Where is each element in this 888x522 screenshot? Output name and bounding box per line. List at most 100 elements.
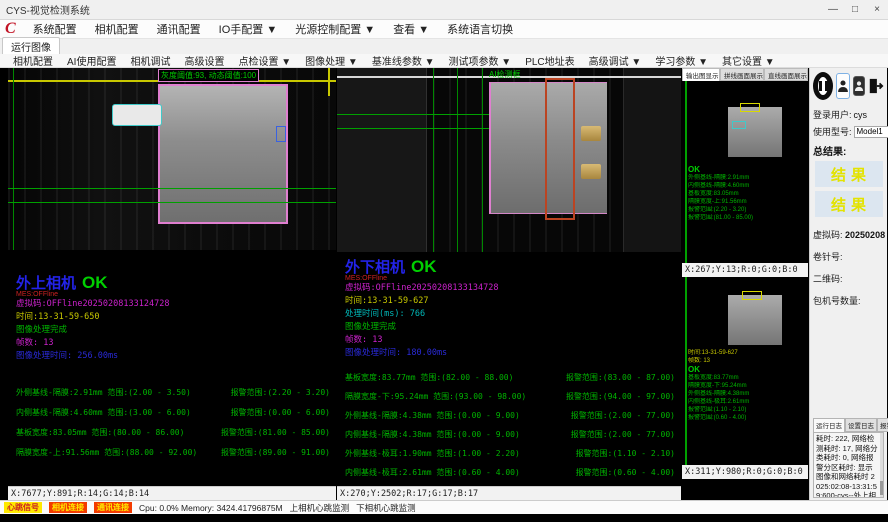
mini-result-text: 时间:13-31-59-627 帧数: 13 OK 基板宽度:83.77mm 隔… [688, 349, 806, 422]
menu-view[interactable]: 查看 ▼ [384, 21, 438, 37]
tab-run-image[interactable]: 运行图像 [2, 37, 60, 54]
log-scrollbar-thumb[interactable] [880, 481, 883, 495]
tab-line-view[interactable]: 直线画面展示 [764, 68, 808, 81]
tool-baseline-params[interactable]: 基准线参数 ▼ [365, 53, 442, 68]
measurement-value: 外侧基线-极耳:1.90mm 范围:(1.00 - 2.20) [345, 448, 520, 467]
mini-warn-line: 时间:13-31-59-627 [688, 349, 806, 357]
cpu-memory-status: Cpu: 0.0% Memory: 3424.41796875M [139, 503, 283, 513]
camera-title: 外下相机 [345, 256, 405, 277]
mini-line: 外侧基线-隔膜:2.91mm [688, 174, 806, 182]
qr-code-label: 二维码: [813, 272, 884, 285]
menu-io-config[interactable]: IO手配置 ▼ [210, 21, 287, 37]
menu-system-config[interactable]: 系统配置 [24, 21, 86, 37]
minimize-button[interactable]: — [822, 4, 844, 15]
alarm-range: 报警范围:(83.00 - 87.00) [566, 372, 675, 391]
menu-bar: C 系统配置 相机配置 通讯配置 IO手配置 ▼ 光源控制配置 ▼ 查看 ▼ 系… [0, 20, 888, 39]
maximize-button[interactable]: □ [844, 4, 866, 15]
lower-camera-image[interactable]: AI检测框 [337, 68, 681, 252]
measurement-value: 内侧基线-隔膜:4.60mm 范围:(3.00 - 6.00) [16, 407, 191, 427]
process-done: 图像处理完成 [345, 321, 681, 334]
tab-error-log[interactable]: 报错日志 [877, 418, 888, 432]
mini-line: 基板宽度:83.05mm [688, 190, 806, 198]
measurement-row: 内侧基线-隔膜:4.60mm 范围:(3.00 - 6.00) 报警范围:(0.… [16, 407, 330, 427]
tab-output-image[interactable]: 输出图显示 [682, 68, 720, 81]
measurement-value: 基板宽度:83.05mm 范围:(80.00 - 86.00) [16, 427, 184, 447]
tool-image-processing[interactable]: 图像处理 ▼ [298, 53, 365, 68]
tab-settings-log[interactable]: 设置日志 [845, 418, 877, 432]
tool-test-params[interactable]: 测试项参数 ▼ [442, 53, 519, 68]
measurement-row: 隔膜宽度-下:95.24mm 范围:(93.00 - 98.00) 报警范围:(… [345, 391, 675, 410]
user-switch-button[interactable] [853, 76, 865, 96]
measurement-row: 基板宽度:83.05mm 范围:(80.00 - 86.00) 报警范围:(81… [16, 427, 330, 447]
upper-camera-info: 外上相机 OK MES:OFFline 虚拟码:OFFline202502081… [8, 250, 336, 486]
mini-view-top[interactable]: OK 外侧基线-隔膜:2.91mm 内侧基线-隔膜:4.60mm 基板宽度:83… [682, 81, 808, 263]
tool-camera-config[interactable]: 相机配置 [6, 53, 60, 68]
control-sidebar: 登录用户: cys 使用型号: 总结果: 结果 结果 虚拟码: 20250208… [809, 68, 887, 500]
mini-view-column: 输出图显示 拼线画面展示 直线画面展示 OK 外侧基线-隔膜:2.91mm 内侧… [682, 68, 808, 500]
tool-plc-address[interactable]: PLC地址表 [518, 53, 581, 68]
measurement-row: 隔膜宽度-上:91.56mm 范围:(88.00 - 92.00) 报警范围:(… [16, 447, 330, 467]
main-area: 灰度阈值:93, 动态阈值:100 外上相机 OK MES:OFFline 虚拟… [0, 68, 888, 500]
tool-learning-params[interactable]: 学习参数 ▼ [648, 53, 715, 68]
toolbar: 相机配置 AI使用配置 相机调试 高级设置 点检设置 ▼ 图像处理 ▼ 基准线参… [0, 54, 888, 68]
measurement-value: 外侧基线-隔膜:2.91mm 范围:(2.00 - 3.50) [16, 387, 191, 407]
title-bar: CYS-视觉检测系统 — □ × [0, 0, 888, 20]
menu-camera-config[interactable]: 相机配置 [86, 21, 148, 37]
mini-cell-region [728, 295, 782, 345]
mini-ok-status: OK [688, 165, 806, 174]
green-vline [685, 81, 687, 263]
cyan-roi-mark [732, 121, 746, 129]
threshold-label: 灰度阈值:93, 动态阈值:100 [158, 69, 259, 82]
menu-comm-config[interactable]: 通讯配置 [148, 21, 210, 37]
pause-button[interactable] [813, 72, 833, 100]
tool-other-settings[interactable]: 其它设置 ▼ [715, 53, 782, 68]
tab-run-log[interactable]: 运行日志 [813, 418, 845, 432]
pause-icon [825, 81, 828, 91]
status-ok: OK [411, 257, 437, 277]
alarm-range: 报警范围:(2.00 - 77.00) [571, 410, 675, 429]
pixel-coordinates: X:311;Y:980;R:0;G:0;B:0 [682, 465, 808, 479]
comm-link-badge: 通讯连接 [94, 502, 132, 513]
close-button[interactable]: × [866, 4, 888, 15]
tool-advanced-debug[interactable]: 高级调试 ▼ [582, 53, 649, 68]
measurement-value: 隔膜宽度-上:91.56mm 范围:(88.00 - 92.00) [16, 447, 197, 467]
pixel-coordinates: X:267;Y:13;R:0;G:0;B:0 [682, 263, 808, 277]
app-logo-icon: C [0, 21, 24, 37]
menu-language-switch[interactable]: 系统语言切换 [438, 21, 522, 37]
model-input[interactable] [854, 126, 888, 138]
detected-cell-region [158, 84, 288, 224]
total-result-label: 总结果: [813, 143, 884, 158]
exit-door-icon [868, 77, 884, 95]
log-scrollbar[interactable] [880, 433, 883, 497]
yellow-roi-mark [742, 291, 762, 300]
green-vline [685, 277, 687, 465]
alarm-range: 报警范围:(0.00 - 6.00) [231, 407, 330, 427]
green-vline-2 [457, 68, 458, 252]
lower-camera-panel: AI检测框 外下相机 OK MES:OFFline 虚拟码:OFFline202… [337, 68, 681, 500]
upper-camera-image[interactable]: 灰度阈值:93, 动态阈值:100 [8, 68, 336, 250]
measurement-list: 外侧基线-隔膜:2.91mm 范围:(2.00 - 3.50) 报警范围:(2.… [16, 387, 336, 467]
exit-button[interactable] [868, 74, 884, 98]
tool-ai-config[interactable]: AI使用配置 [60, 53, 123, 68]
mini-view-bottom[interactable]: 时间:13-31-59-627 帧数: 13 OK 基板宽度:83.77mm 隔… [682, 277, 808, 465]
mini-warn-line: 帧数: 13 [688, 357, 806, 365]
mini-line: 内侧基线-极耳:2.61mm [688, 398, 806, 406]
measurement-value: 内侧基线-隔膜:4.38mm 范围:(0.00 - 9.00) [345, 429, 520, 448]
mini-ok-status: OK [688, 365, 806, 374]
tab-splice-view[interactable]: 拼线画面展示 [720, 68, 764, 81]
menu-light-config[interactable]: 光源控制配置 ▼ [286, 21, 384, 37]
user-login-button[interactable] [836, 73, 850, 99]
yellow-roi-mark [740, 103, 760, 112]
tool-spot-check[interactable]: 点检设置 ▼ [231, 53, 298, 68]
result-box-lower: 结果 [815, 191, 883, 217]
log-output[interactable]: 耗时: 222, 网络检测耗时: 17, 网络分类耗时: 0, 网络报警分区耗时… [813, 432, 884, 498]
mini-view-tabs: 输出图显示 拼线画面展示 直线画面展示 [682, 68, 808, 81]
frame-count: 帧数: 13 [345, 334, 681, 347]
measurement-row: 基板宽度:83.77mm 范围:(82.00 - 88.00) 报警范围:(83… [345, 372, 675, 391]
tool-camera-debug[interactable]: 相机调试 [123, 53, 177, 68]
tool-advanced-settings[interactable]: 高级设置 [177, 53, 231, 68]
mini-line: 报警范围:(81.00 - 85.00) [688, 214, 806, 222]
machine-count-label: 包机号数量: [813, 294, 884, 307]
pause-icon [819, 81, 822, 91]
login-user-value: cys [854, 110, 868, 120]
